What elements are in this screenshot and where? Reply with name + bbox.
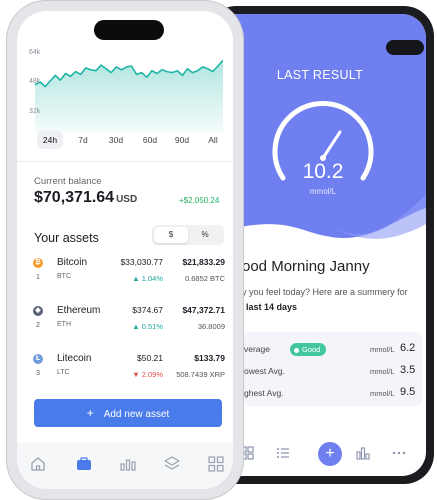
- stat-row-highest: ghest Avg. mmol/L 9.5: [244, 386, 422, 404]
- asset-rank: 3: [36, 370, 40, 377]
- summary-question: y you feel today? Here are a summery for: [242, 287, 408, 297]
- bar-chart-icon[interactable]: [356, 446, 370, 460]
- stats-card: verage Good mmol/L 6.2 owest Avg. mmol/L…: [244, 332, 422, 406]
- asset-price: $374.67: [132, 305, 163, 315]
- asset-symbol: ETH: [57, 321, 71, 328]
- asset-row-ethereum[interactable]: ◆ 2 Ethereum ETH $374.67 ▲ 0.51% $47,372…: [33, 305, 225, 339]
- health-bottom-nav: +: [214, 434, 426, 476]
- add-record-button[interactable]: +: [318, 442, 342, 466]
- asset-row-litecoin[interactable]: Ł 3 Litecoin LTC $50.21 ▼ 2.09% $133.79 …: [33, 353, 225, 387]
- bar-chart-icon[interactable]: [119, 455, 137, 473]
- gauge-needle: [321, 130, 342, 160]
- asset-change: ▲ 1.04%: [132, 274, 163, 283]
- asset-quantity: 0.6852 BTC: [184, 274, 225, 283]
- asset-name: Ethereum: [57, 305, 101, 316]
- bitcoin-icon: ₿: [33, 258, 43, 268]
- summary-period: last 14 days: [246, 302, 298, 312]
- asset-holding: $47,372.71: [182, 305, 225, 315]
- range-all[interactable]: All: [201, 131, 225, 149]
- asset-quantity: 508.7439 XRP: [176, 370, 225, 379]
- layers-icon[interactable]: [163, 455, 181, 473]
- asset-symbol: BTC: [57, 273, 71, 280]
- stat-unit: mmol/L: [370, 345, 395, 354]
- asset-name: Litecoin: [57, 353, 92, 364]
- health-app-screen: LAST RESULT 10.2 mmol/L ood Morning Jann…: [214, 14, 426, 476]
- add-asset-label: Add new asset: [103, 409, 170, 420]
- range-60d[interactable]: 60d: [137, 131, 163, 149]
- stat-row-average: verage Good mmol/L 6.2: [244, 342, 422, 360]
- balance-amount: $70,371.64 USD: [34, 189, 137, 207]
- status-badge: Good: [290, 343, 327, 356]
- time-range-selector: 24h 7d 30d 60d 90d All: [25, 131, 229, 151]
- stat-value: 9.5: [400, 386, 416, 398]
- litecoin-icon: Ł: [33, 354, 43, 364]
- balance-value: $70,371.64: [34, 189, 115, 206]
- front-camera: [386, 40, 424, 55]
- currency-toggle: $ %: [152, 225, 224, 245]
- gauge-unit: mmol/L: [309, 187, 337, 196]
- asset-change: ▲ 0.51%: [132, 322, 163, 331]
- add-asset-button[interactable]: + Add new asset: [34, 399, 222, 427]
- range-7d[interactable]: 7d: [71, 131, 95, 149]
- toggle-dollar[interactable]: $: [154, 227, 188, 243]
- last-result-title: LAST RESULT: [276, 68, 364, 82]
- plus-icon: +: [86, 406, 94, 420]
- asset-rank: 2: [36, 322, 40, 329]
- asset-rank: 1: [36, 274, 40, 281]
- ethereum-icon: ◆: [33, 306, 43, 316]
- toggle-percent[interactable]: %: [188, 227, 222, 243]
- wallet-icon[interactable]: [75, 455, 93, 473]
- asset-quantity: 36.8009: [197, 322, 225, 331]
- badge-label: Good: [302, 345, 321, 354]
- asset-symbol: LTC: [57, 369, 70, 376]
- y-tick-64k: 64k: [29, 49, 41, 56]
- crypto-app-screen: 64k 48k 32k 24h 7d 30d 60d 90d All Curre…: [17, 11, 233, 489]
- list-icon[interactable]: [276, 446, 290, 460]
- y-tick-48k: 48k: [29, 78, 41, 85]
- y-tick-32k: 32k: [29, 108, 41, 115]
- stat-value: 3.5: [400, 364, 416, 376]
- stat-label: owest Avg.: [244, 366, 285, 376]
- range-24h[interactable]: 24h: [37, 131, 63, 149]
- grid-icon[interactable]: [207, 455, 225, 473]
- more-icon[interactable]: [392, 446, 406, 460]
- range-30d[interactable]: 30d: [103, 131, 129, 149]
- bottom-tab-bar: [17, 443, 233, 489]
- stat-unit: mmol/L: [370, 389, 395, 398]
- balance-label: Current balance: [34, 176, 102, 187]
- greeting-text: ood Morning Janny: [242, 258, 370, 275]
- front-phone-frame: 64k 48k 32k 24h 7d 30d 60d 90d All Curre…: [6, 0, 244, 500]
- balance-currency: USD: [116, 194, 138, 205]
- asset-row-bitcoin[interactable]: ₿ 1 Bitcoin BTC $33,030.77 ▲ 1.04% $21,8…: [33, 257, 225, 291]
- asset-price: $50.21: [137, 353, 163, 363]
- stat-row-lowest: owest Avg. mmol/L 3.5: [244, 364, 422, 382]
- asset-name: Bitcoin: [57, 257, 88, 268]
- stat-unit: mmol/L: [370, 367, 395, 376]
- asset-price: $33,030.77: [120, 257, 163, 267]
- divider: [17, 161, 233, 162]
- portfolio-chart: 64k 48k 32k: [29, 49, 223, 133]
- range-90d[interactable]: 90d: [169, 131, 195, 149]
- balance-change: +$2,050.24: [179, 196, 220, 205]
- badge-dot-icon: [294, 347, 299, 353]
- asset-change: ▼ 2.09%: [132, 370, 163, 379]
- asset-holding: $133.79: [194, 353, 225, 363]
- stat-label: ghest Avg.: [244, 388, 284, 398]
- stat-label: verage: [244, 344, 270, 354]
- asset-holding: $21,833.29: [182, 257, 225, 267]
- gauge-value: 10.2: [302, 160, 344, 183]
- home-icon[interactable]: [29, 455, 47, 473]
- assets-heading: Your assets: [34, 231, 99, 245]
- stat-value: 6.2: [400, 342, 416, 354]
